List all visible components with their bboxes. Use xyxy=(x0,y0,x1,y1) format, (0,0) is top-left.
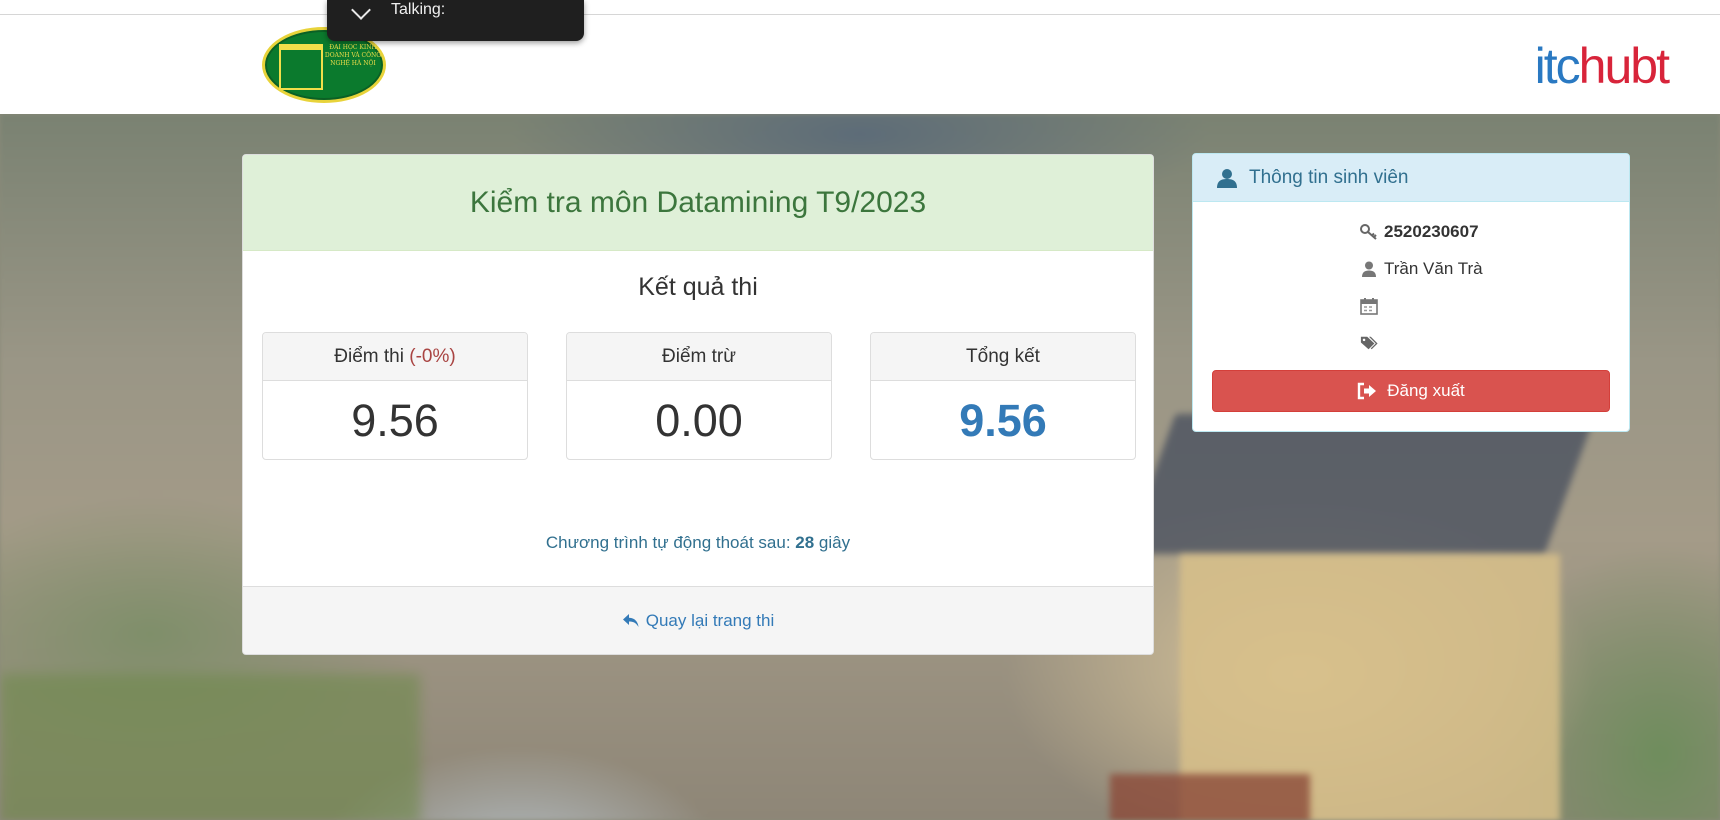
score-value: 9.56 xyxy=(351,395,439,446)
university-logo-text: ĐẠI HỌC KINH DOANH VÀ CÔNG NGHỆ HÀ NỘI xyxy=(324,44,382,67)
student-info-panel: Thông tin sinh viên 2520230607 Trần Văn … xyxy=(1192,153,1630,432)
top-strip xyxy=(0,0,1720,15)
score-box-exam: Điểm thi (-0%) 9.56 xyxy=(262,332,528,460)
score-label: Điểm thi xyxy=(334,346,410,367)
talking-label: Talking: xyxy=(391,1,446,18)
student-name: Trần Văn Trà xyxy=(1384,259,1483,278)
score-box-header: Điểm trừ xyxy=(567,333,831,381)
student-tags-row xyxy=(1360,331,1384,355)
score-boxes: Điểm thi (-0%) 9.56 Điểm trừ 0.00 Tổng k… xyxy=(262,332,1137,460)
score-penalty-percent: (-0%) xyxy=(409,346,456,367)
itchubt-logo[interactable]: itchubt xyxy=(1534,37,1670,95)
brand-it: itc xyxy=(1534,38,1581,94)
score-box-header: Tổng kết xyxy=(871,333,1135,381)
sign-out-icon xyxy=(1358,382,1377,400)
logout-label: Đăng xuất xyxy=(1387,381,1465,400)
exam-panel-footer: Quay lại trang thi xyxy=(243,586,1153,654)
score-box-header: Điểm thi (-0%) xyxy=(263,333,527,381)
deduction-value: 0.00 xyxy=(655,395,743,446)
countdown-suffix: giây xyxy=(814,533,851,552)
countdown-prefix: Chương trình tự động thoát sau: xyxy=(545,533,796,552)
total-value: 9.56 xyxy=(959,395,1047,446)
exam-panel-heading: Kiểm tra môn Datamining T9/2023 xyxy=(243,155,1153,251)
logout-button[interactable]: Đăng xuất xyxy=(1212,370,1610,412)
user-icon xyxy=(1217,168,1237,188)
auto-logout-countdown: Chương trình tự động thoát sau: 28 giây xyxy=(243,533,1153,553)
brand-hub: hubt xyxy=(1578,38,1670,94)
back-to-exam-link[interactable]: Quay lại trang thi xyxy=(646,611,775,631)
tags-icon xyxy=(1360,336,1378,350)
gate-emblem xyxy=(279,44,323,90)
countdown-seconds: 28 xyxy=(795,533,815,552)
talking-overlay[interactable]: Talking: xyxy=(327,0,584,41)
calendar-icon xyxy=(1360,298,1378,315)
user-icon xyxy=(1362,261,1376,277)
score-box-deduction: Điểm trừ 0.00 xyxy=(566,332,832,460)
student-name-row: Trần Văn Trà xyxy=(1360,257,1483,281)
student-id-row: 2520230607 xyxy=(1360,220,1479,244)
score-box-total: Tổng kết 9.56 xyxy=(870,332,1136,460)
student-id: 2520230607 xyxy=(1384,222,1479,241)
key-icon xyxy=(1360,224,1377,240)
result-heading: Kết quả thi xyxy=(638,273,758,301)
student-info-title: Thông tin sinh viên xyxy=(1249,166,1409,188)
chevron-down-icon[interactable] xyxy=(351,0,371,20)
exam-result-panel: Kiểm tra môn Datamining T9/2023 Kết quả … xyxy=(242,154,1154,655)
reply-icon xyxy=(622,613,639,627)
exam-title: Kiểm tra môn Datamining T9/2023 xyxy=(469,185,927,219)
student-date-row xyxy=(1360,294,1384,318)
student-info-heading: Thông tin sinh viên xyxy=(1193,154,1629,202)
page-header: ĐẠI HỌC KINH DOANH VÀ CÔNG NGHỆ HÀ NỘI i… xyxy=(0,15,1720,114)
